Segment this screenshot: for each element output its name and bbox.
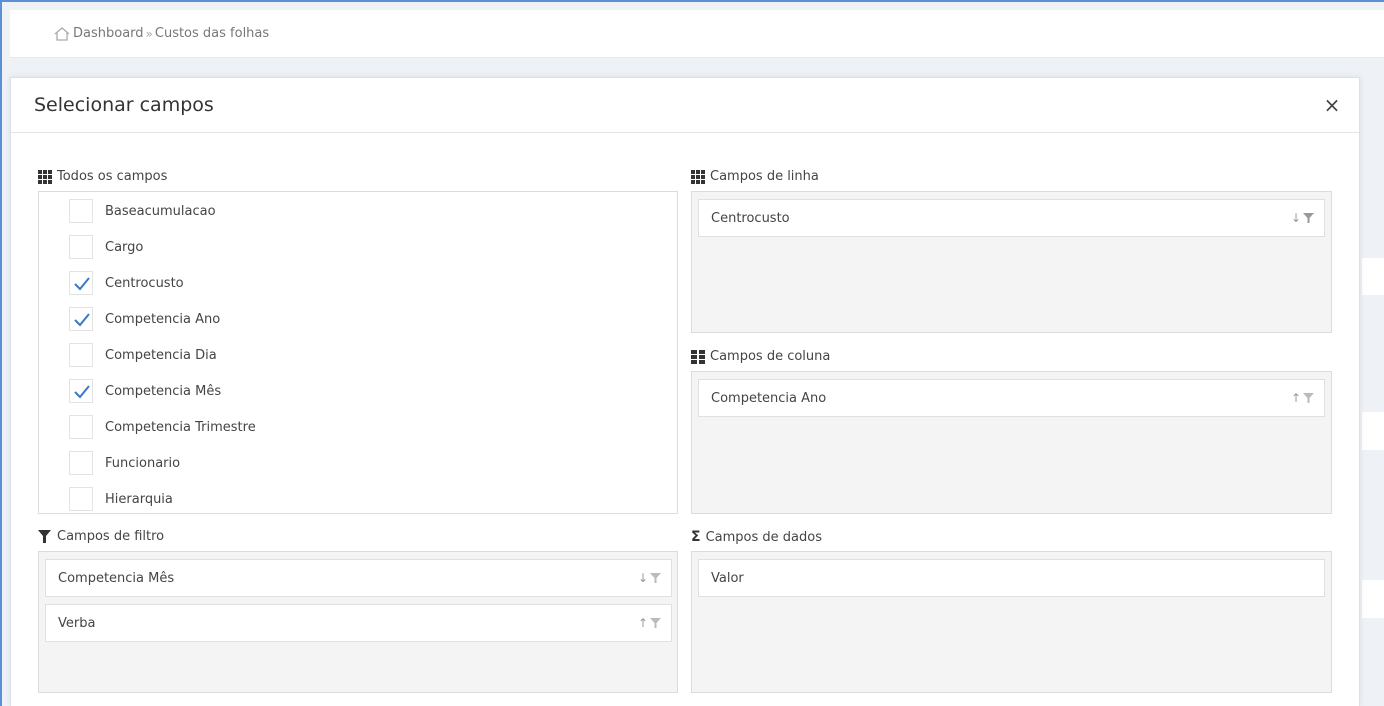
sort-arrow-icon[interactable]: ↑	[1291, 391, 1301, 405]
filter-fields-label: Campos de filtro	[57, 529, 165, 544]
data-fields-header: Σ Campos de dados	[691, 529, 822, 545]
column-field-chip[interactable]: Competencia Ano ↑	[698, 379, 1325, 417]
checkbox[interactable]	[69, 451, 93, 475]
field-controls: ↑	[1291, 391, 1314, 405]
breadcrumb-separator: »	[145, 26, 153, 41]
grid-icon	[691, 169, 705, 184]
checkmark-icon	[74, 313, 90, 327]
filter-fields-header: Campos de filtro	[38, 529, 164, 544]
checkbox-checked[interactable]	[69, 271, 93, 295]
field-label: Baseacumulacao	[105, 203, 216, 219]
grid-icon	[38, 169, 52, 184]
field-label: Centrocusto	[105, 275, 184, 291]
checkbox-checked[interactable]	[69, 379, 93, 403]
breadcrumb-dashboard-link[interactable]: Dashboard	[73, 26, 144, 41]
field-controls: ↓	[1291, 211, 1314, 225]
row-fields-area[interactable]: Centrocusto ↓	[691, 191, 1332, 333]
row-fields-label: Campos de linha	[710, 169, 819, 184]
field-label: Hierarquia	[105, 491, 173, 507]
background-strip	[1362, 58, 1384, 258]
field-controls: ↑	[638, 616, 661, 630]
field-controls: ↓	[638, 571, 661, 585]
field-label: Verba	[58, 615, 96, 631]
filter-icon	[38, 529, 52, 544]
list-item[interactable]: Funcionario	[69, 448, 180, 478]
sigma-icon: Σ	[691, 529, 701, 545]
field-label: Centrocusto	[711, 210, 790, 226]
filter-field-chip[interactable]: Verba ↑	[45, 604, 672, 642]
list-item[interactable]: Cargo	[69, 232, 143, 262]
breadcrumb-current: Custos das folhas	[154, 26, 270, 41]
background-strip	[1362, 580, 1384, 618]
checkbox[interactable]	[69, 415, 93, 439]
breadcrumb: Dashboard » Custos das folhas	[54, 26, 269, 41]
sort-arrow-icon[interactable]: ↓	[1291, 211, 1301, 225]
background-strip	[1362, 258, 1384, 295]
columns-icon	[691, 349, 705, 364]
window-frame-left	[0, 0, 2, 706]
sort-arrow-icon[interactable]: ↑	[638, 616, 648, 630]
column-fields-header: Campos de coluna	[691, 349, 830, 364]
filter-field-chip[interactable]: Competencia Mês ↓	[45, 559, 672, 597]
field-label: Funcionario	[105, 455, 181, 471]
close-button[interactable]: ×	[1319, 92, 1345, 118]
filter-icon	[650, 618, 661, 628]
checkmark-icon	[74, 277, 90, 291]
filter-icon	[1303, 213, 1314, 223]
data-fields-label: Campos de dados	[705, 529, 822, 545]
column-fields-area[interactable]: Competencia Ano ↑	[691, 371, 1332, 514]
checkbox[interactable]	[69, 487, 93, 511]
all-fields-label: Todos os campos	[57, 169, 168, 184]
filter-fields-area[interactable]: Competencia Mês ↓ Verba ↑	[38, 551, 678, 693]
list-item[interactable]: Centrocusto	[69, 268, 184, 298]
top-bar: Dashboard » Custos das folhas	[10, 10, 1384, 58]
dialog-header: Selecionar campos ×	[11, 78, 1359, 133]
sort-arrow-icon[interactable]: ↓	[638, 571, 648, 585]
checkbox[interactable]	[69, 235, 93, 259]
data-field-chip[interactable]: Valor	[698, 559, 1325, 597]
data-fields-area[interactable]: Valor	[691, 551, 1332, 693]
dialog-title: Selecionar campos	[34, 94, 214, 116]
list-item[interactable]: Hierarquia	[69, 484, 173, 513]
row-field-chip[interactable]: Centrocusto ↓	[698, 199, 1325, 237]
field-label: Competencia Mês	[58, 570, 175, 586]
all-fields-list[interactable]: Baseacumulacao Cargo Centrocusto Compete…	[38, 191, 678, 514]
field-label: Competencia Trimestre	[105, 419, 256, 435]
row-fields-header: Campos de linha	[691, 169, 819, 184]
checkbox[interactable]	[69, 199, 93, 223]
list-item[interactable]: Competencia Mês	[69, 376, 221, 406]
column-fields-label: Campos de coluna	[710, 349, 831, 364]
field-label: Competencia Ano	[105, 311, 221, 327]
list-item[interactable]: Competencia Ano	[69, 304, 220, 334]
filter-icon	[650, 573, 661, 583]
window-frame-top	[0, 0, 1384, 2]
list-item[interactable]: Competencia Dia	[69, 340, 217, 370]
list-item[interactable]: Competencia Trimestre	[69, 412, 256, 442]
field-label: Cargo	[105, 239, 144, 255]
field-label: Competencia Ano	[711, 390, 827, 406]
field-label: Competencia Mês	[105, 383, 222, 399]
all-fields-header: Todos os campos	[38, 169, 167, 184]
filter-icon	[1303, 393, 1314, 403]
list-item[interactable]: Baseacumulacao	[69, 196, 216, 226]
background-strip	[1362, 412, 1384, 450]
select-fields-dialog: Selecionar campos × Todos os campos Base…	[10, 77, 1360, 706]
field-label: Valor	[711, 570, 744, 586]
checkbox[interactable]	[69, 343, 93, 367]
field-label: Competencia Dia	[105, 347, 217, 363]
checkbox-checked[interactable]	[69, 307, 93, 331]
checkmark-icon	[74, 385, 90, 399]
home-icon[interactable]	[54, 26, 70, 41]
